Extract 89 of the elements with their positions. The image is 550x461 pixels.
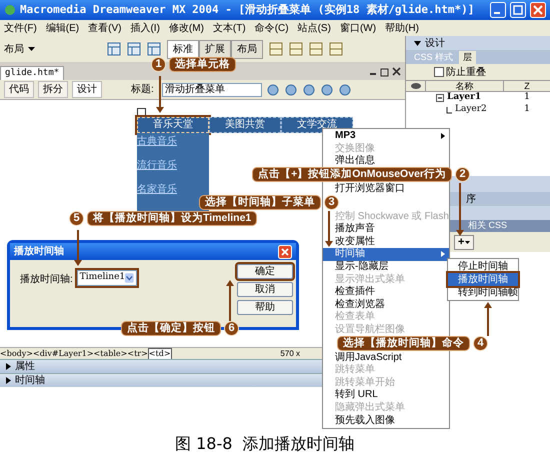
leader-line	[456, 183, 464, 236]
minimize-icon[interactable]	[490, 2, 506, 18]
tree-branch-icon[interactable]	[446, 106, 452, 114]
view-button[interactable]: 拆分	[38, 81, 68, 98]
title-field[interactable]: 滑动折叠菜单	[162, 82, 262, 96]
callout-label: 点击【+】按钮添加OnMouseOver行为	[252, 167, 452, 182]
menu-item[interactable]: 转到 URL	[323, 389, 449, 402]
leader-line	[484, 302, 492, 336]
column-header[interactable]: 名称	[426, 81, 504, 91]
menu-item[interactable]: 编辑(E)	[46, 20, 80, 36]
menu-item[interactable]: 插入(I)	[130, 20, 160, 36]
layer-z: 1	[523, 91, 531, 104]
caret-icon[interactable]	[28, 47, 35, 51]
menu-item[interactable]: 站点(S)	[298, 20, 331, 36]
window-title: Macromedia Dreamweaver MX 2004 - [滑动折叠菜单 (实例18 素材/glide.htm*)]	[20, 2, 476, 18]
tag-link[interactable]: <body>	[0, 348, 33, 358]
menu-item[interactable]: 时间轴	[323, 248, 449, 261]
tag-link[interactable]: <td>	[148, 348, 172, 360]
caret-icon[interactable]	[465, 240, 470, 244]
callout-label: 将【播放时间轴】设为Timeline1	[87, 211, 258, 226]
leader-line	[74, 230, 82, 266]
view-button[interactable]: 设计	[72, 81, 102, 98]
dialog-button[interactable]: 帮助	[237, 300, 293, 315]
window-size-label: 570 x	[280, 348, 300, 360]
collapse-arrow-icon[interactable]	[414, 40, 421, 46]
callout-label: 选择单元格	[169, 57, 236, 72]
layer-name[interactable]: Layer1	[447, 91, 482, 105]
menu-item[interactable]: 播放时间轴	[448, 273, 518, 286]
panel-header[interactable]: 设计	[406, 36, 550, 50]
menu-item[interactable]: 预先载入图像	[323, 414, 449, 427]
checkbox[interactable]	[434, 67, 444, 77]
menu-item[interactable]: 改变属性	[323, 236, 449, 248]
callout-label: 选择【播放时间轴】命令	[337, 336, 470, 350]
menu-item[interactable]: 帮助(H)	[385, 20, 419, 36]
eye-icon[interactable]	[410, 82, 422, 90]
timeline-select[interactable]: Timeline1	[76, 270, 137, 286]
dialog-title: 播放时间轴	[14, 244, 65, 259]
menu-item[interactable]: 命令(C)	[254, 20, 289, 36]
menu-item[interactable]: 打开浏览器窗口	[323, 182, 449, 196]
category-dropdown[interactable]: 布局	[4, 42, 35, 56]
menu-item[interactable]: 修改(M)	[168, 20, 204, 36]
table-handle-icon[interactable]	[137, 108, 146, 117]
leader-line	[226, 280, 234, 321]
menu-item[interactable]: 弹出信息	[323, 155, 449, 168]
table-icon[interactable]	[107, 42, 121, 56]
menu-cell[interactable]: 音乐天堂	[137, 117, 209, 133]
insert-tab[interactable]: 扩展	[199, 40, 231, 58]
dialog-button[interactable]: 确定	[237, 264, 293, 279]
restore-icon[interactable]	[380, 67, 389, 77]
title-label: 标题:	[131, 82, 154, 97]
insert-tab[interactable]: 标准	[167, 40, 199, 58]
menu-item[interactable]: 显示-隐藏层	[323, 260, 449, 274]
menu-item[interactable]: 检查插件	[323, 286, 449, 299]
layer-z: 1	[523, 103, 531, 116]
menu-link[interactable]: 古典音乐	[137, 134, 177, 149]
menu-link[interactable]: 流行音乐	[137, 158, 177, 173]
collapse-icon[interactable]	[436, 94, 444, 102]
callout-label: 点击【确定】按钮	[121, 321, 221, 336]
menu-item[interactable]: 文本(T)	[212, 20, 246, 36]
layer-name[interactable]: Layer2	[455, 103, 487, 117]
menu-item[interactable]: MP3	[323, 130, 449, 143]
dialog-button[interactable]: 取消	[237, 282, 293, 297]
menu-item[interactable]: 查看(V)	[88, 20, 122, 36]
submenu-arrow-icon[interactable]	[441, 133, 445, 140]
tag-link[interactable]: <div#Layer1>	[32, 348, 94, 358]
menu-item[interactable]: 文件(F)	[4, 20, 37, 36]
panel-header[interactable]: 序	[466, 192, 476, 206]
maximize-icon[interactable]	[510, 2, 526, 18]
menu-item[interactable]: 停止时间轴	[448, 260, 518, 273]
callout-label: 选择【时间轴】子菜单	[199, 195, 321, 210]
panel-tab[interactable]: 层	[459, 50, 476, 64]
menu-cell[interactable]: 美图共赏	[209, 117, 281, 133]
checkbox-label: 防止重叠	[446, 66, 486, 80]
insert-tab[interactable]: 布局	[231, 40, 263, 58]
add-behavior-button[interactable]: +	[454, 234, 474, 250]
menu-link[interactable]: 名家音乐	[137, 182, 177, 197]
menu-item[interactable]: 窗口(W)	[340, 20, 376, 36]
menu-item[interactable]: 播放声音	[323, 222, 449, 236]
document-tab[interactable]: glide.htm*	[0, 66, 64, 80]
column-header[interactable]: Z	[504, 81, 550, 91]
leader-line	[325, 211, 333, 247]
tag-link[interactable]: <tr>	[127, 348, 148, 358]
leader-line	[156, 76, 164, 113]
close-icon[interactable]	[392, 67, 401, 77]
figure-caption: 图 18-8 添加播放时间轴	[175, 433, 355, 455]
view-button[interactable]: 代码	[4, 81, 34, 98]
field-label: 播放时间轴:	[20, 272, 73, 287]
tag-link[interactable]: <table>	[94, 348, 128, 358]
menu-item[interactable]: 检查浏览器	[323, 298, 449, 312]
